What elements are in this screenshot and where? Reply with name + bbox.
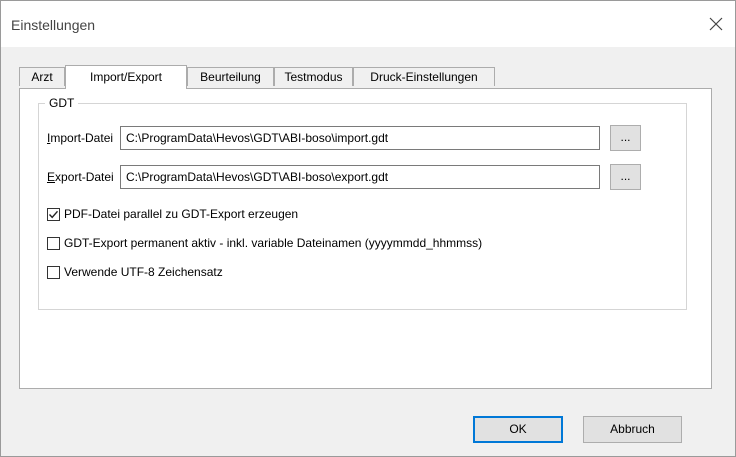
gdt-groupbox: GDT Import-Datei C:\ProgramData\Hevos\GD… xyxy=(38,96,687,310)
export-browse-button[interactable]: ... xyxy=(610,164,641,190)
dialog-client-area: Arzt Import/Export Beurteilung Testmodus… xyxy=(1,47,735,456)
checkbox-utf8-label: Verwende UTF-8 Zeichensatz xyxy=(64,265,223,279)
checkmark-icon xyxy=(48,210,59,218)
tab-testmodus[interactable]: Testmodus xyxy=(274,67,353,86)
settings-dialog: Einstellungen Arzt Import/Export Beurtei… xyxy=(0,0,736,457)
import-browse-button[interactable]: ... xyxy=(610,125,641,151)
checkbox-pdf-parallel-label: PDF-Datei parallel zu GDT-Export erzeuge… xyxy=(64,207,299,221)
tab-import-export[interactable]: Import/Export xyxy=(65,65,187,89)
checkbox-pdf-parallel[interactable]: PDF-Datei parallel zu GDT-Export erzeuge… xyxy=(47,206,298,222)
tab-arzt[interactable]: Arzt xyxy=(19,67,65,86)
checkbox-gdt-permanent-label: GDT-Export permanent aktiv - inkl. varia… xyxy=(64,236,483,250)
import-file-label: Import-Datei xyxy=(47,131,113,145)
export-file-input[interactable]: C:\ProgramData\Hevos\GDT\ABI-boso\export… xyxy=(120,165,600,189)
checkbox-gdt-permanent-box[interactable] xyxy=(47,236,60,250)
export-label-rest: xport-Datei xyxy=(55,170,114,184)
close-icon xyxy=(709,17,723,31)
export-label-mnemonic: E xyxy=(47,170,56,184)
tab-panel-import-export: GDT Import-Datei C:\ProgramData\Hevos\GD… xyxy=(19,88,712,389)
gdt-group-label: GDT xyxy=(45,96,79,110)
import-label-rest: mport-Datei xyxy=(50,131,114,145)
checkbox-utf8-box[interactable] xyxy=(47,265,60,279)
close-button[interactable] xyxy=(703,11,729,37)
tab-beurteilung[interactable]: Beurteilung xyxy=(187,67,274,86)
export-file-label: Export-Datei xyxy=(47,170,114,184)
window-title: Einstellungen xyxy=(11,17,96,33)
checkbox-gdt-permanent[interactable]: GDT-Export permanent aktiv - inkl. varia… xyxy=(47,235,482,251)
cancel-button[interactable]: Abbruch xyxy=(583,416,682,443)
tab-druck-einstellungen[interactable]: Druck-Einstellungen xyxy=(353,67,495,86)
ok-button[interactable]: OK xyxy=(473,416,563,443)
checkbox-pdf-parallel-box[interactable] xyxy=(47,207,60,221)
title-bar: Einstellungen xyxy=(1,1,735,47)
checkbox-utf8[interactable]: Verwende UTF-8 Zeichensatz xyxy=(47,264,223,280)
import-file-input[interactable]: C:\ProgramData\Hevos\GDT\ABI-boso\import… xyxy=(120,126,600,150)
